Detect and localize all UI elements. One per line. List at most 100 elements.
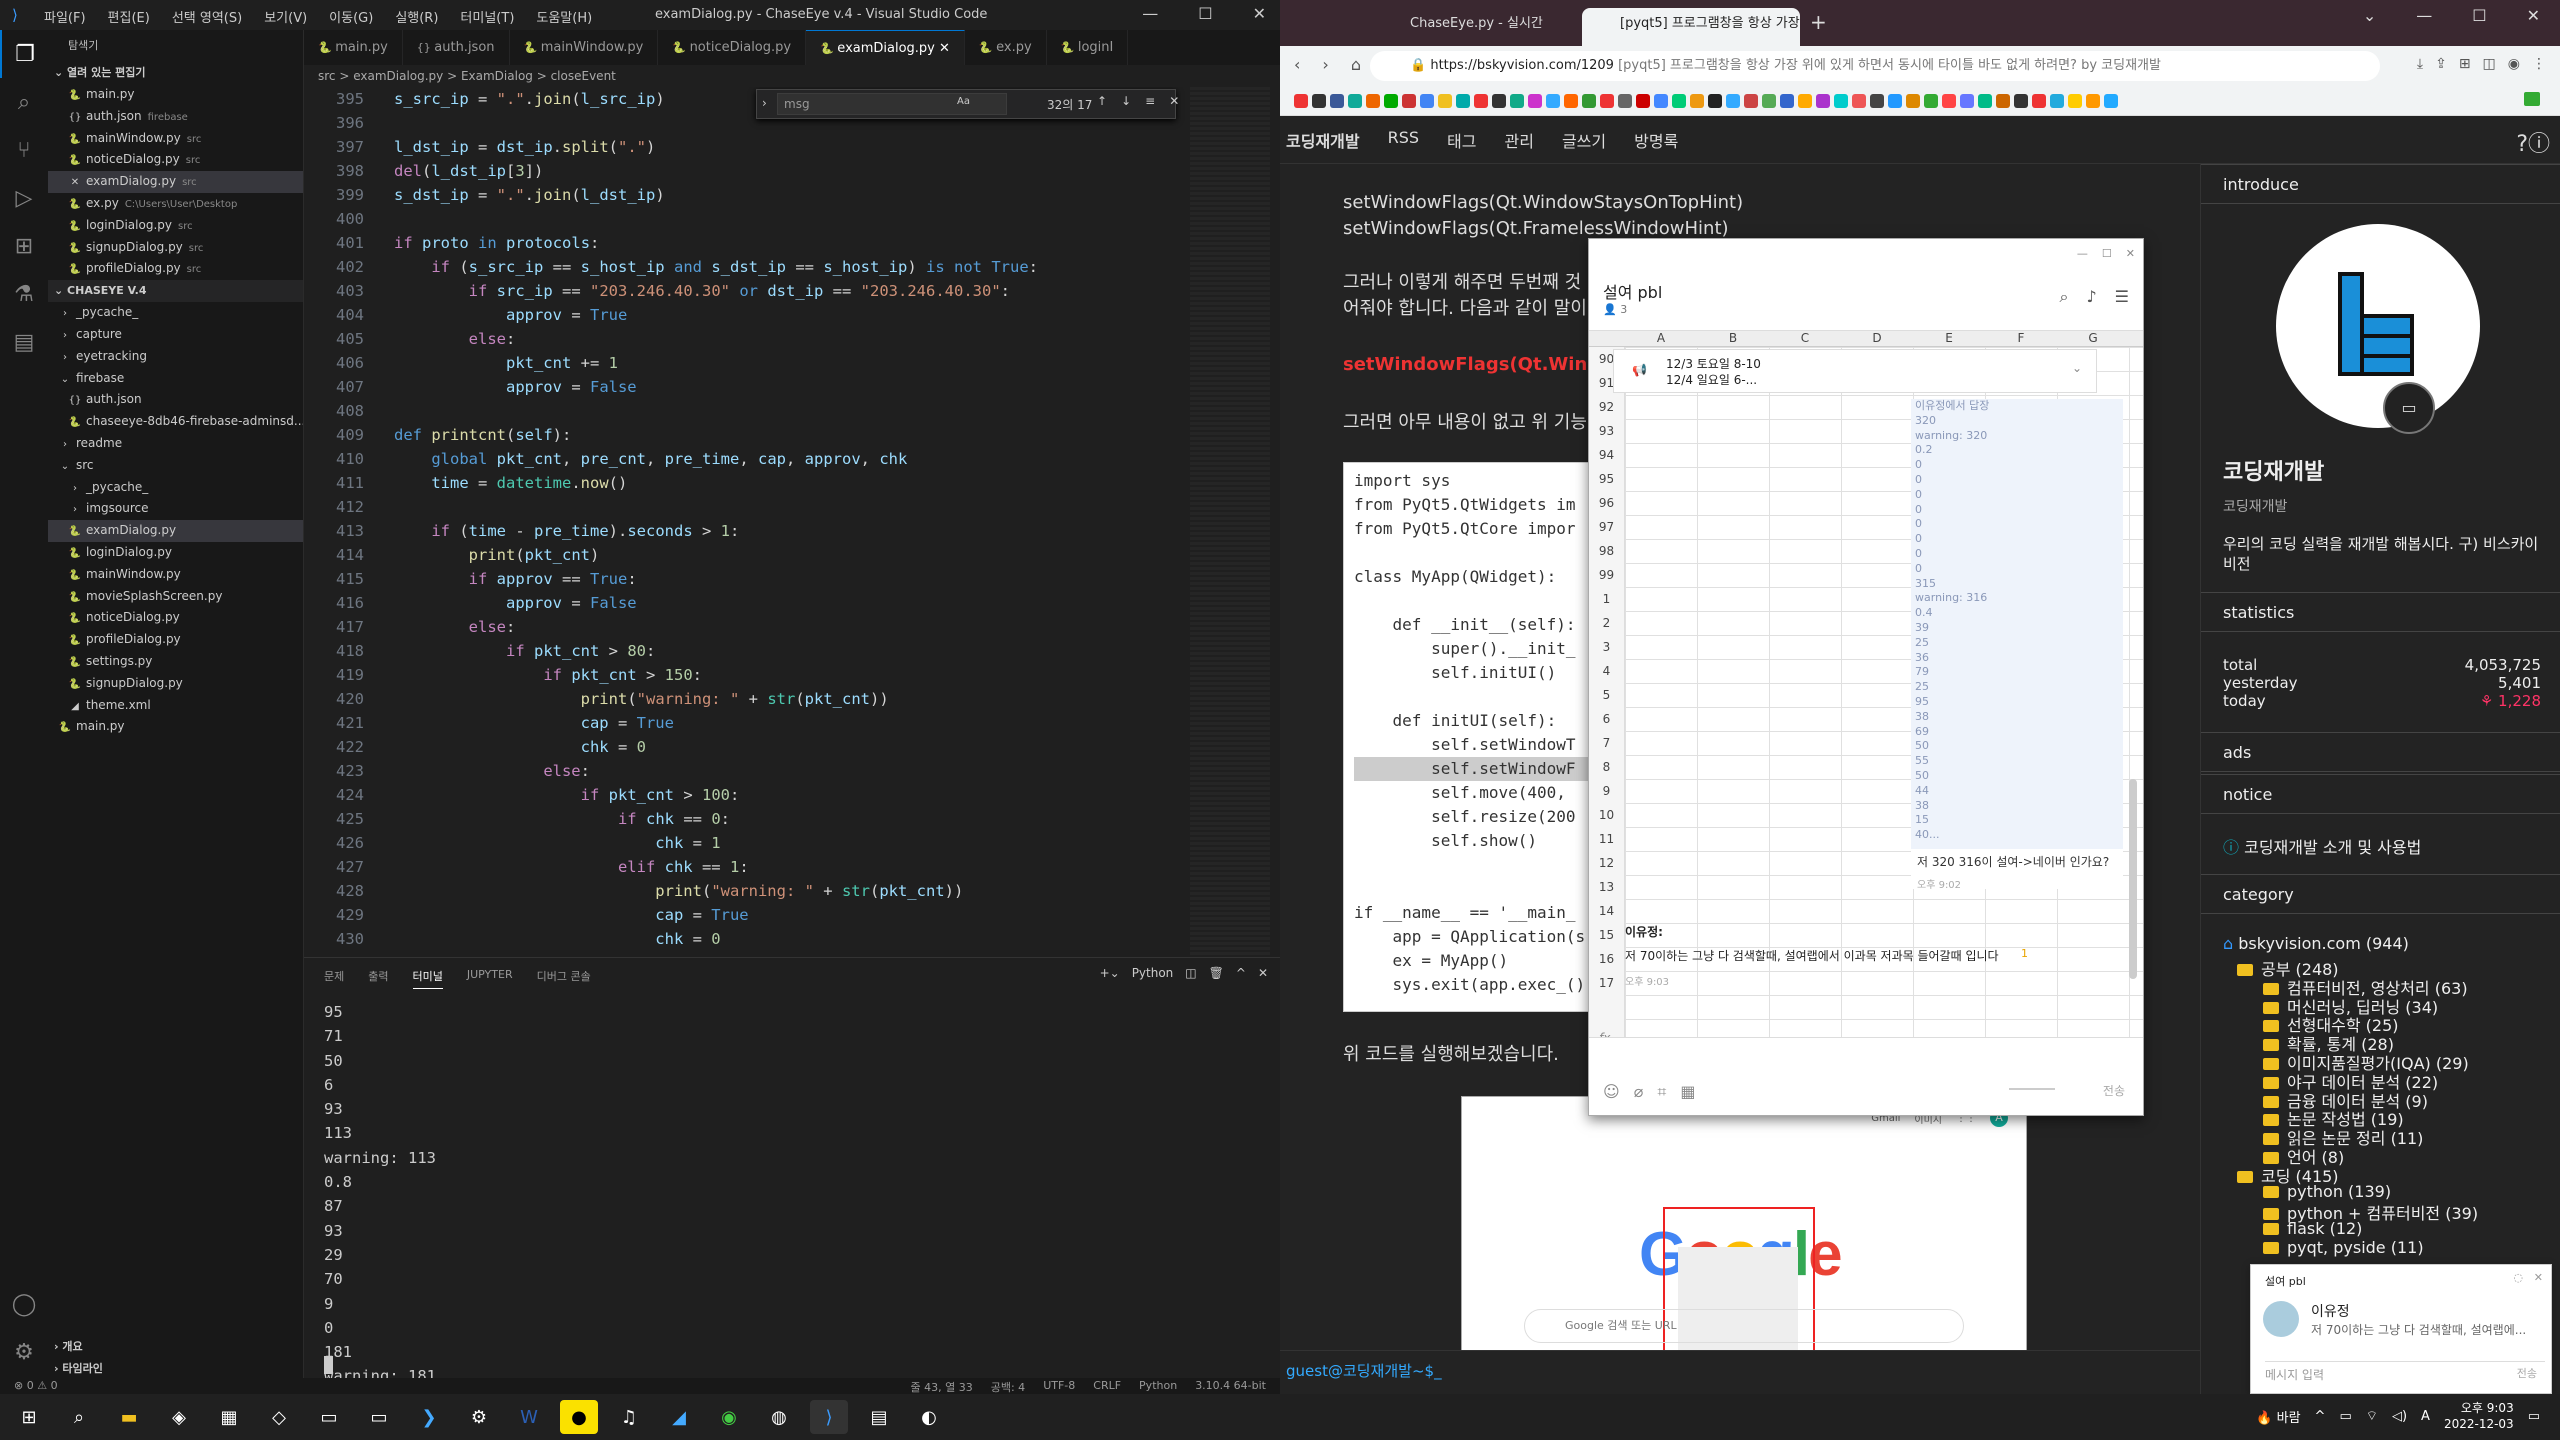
row-header[interactable]: 8 [1589, 755, 1624, 779]
trash-icon[interactable]: 🗑 [1209, 966, 1224, 980]
sidepanel-icon[interactable]: ◫ [2483, 56, 2496, 72]
terminal-output[interactable]: 95 71 50 6 93 113 warning: 113 0.8 87 93 29 70 9 0 181… [324, 1000, 436, 1389]
maximize-icon[interactable]: ☐ [1198, 4, 1212, 23]
menu-item[interactable]: 편집(E) [108, 7, 150, 26]
row-header[interactable]: 7 [1589, 731, 1624, 755]
bookmark-icon[interactable] [2104, 94, 2118, 108]
row-header[interactable]: 4 [1589, 659, 1624, 683]
network-icon[interactable]: ▭ [2339, 1409, 2351, 1424]
timeline-header[interactable]: › 타임라인 [48, 1358, 103, 1380]
row-header[interactable]: 3 [1589, 635, 1624, 659]
clock[interactable]: 오후 9:03 2022-12-03 [2444, 1400, 2514, 1432]
panel-tab[interactable]: 터미널 [412, 968, 443, 989]
bookmark-icon[interactable] [1366, 94, 1380, 108]
match-case-icon[interactable]: Aa [957, 96, 970, 107]
bookmark-icon[interactable] [2050, 94, 2064, 108]
itunes-icon[interactable]: ♫ [610, 1400, 648, 1434]
column-header[interactable]: B [1697, 331, 1769, 345]
open-editor-item[interactable]: 🐍 main.py [48, 84, 303, 106]
bookmark-icon[interactable] [2086, 94, 2100, 108]
attach-icon[interactable]: ⌀ [1634, 1082, 1644, 1102]
bookmark-folder-icon[interactable] [2524, 92, 2540, 106]
app-icon[interactable]: ◇ [260, 1400, 298, 1434]
bookmark-icon[interactable] [1690, 94, 1704, 108]
bookmark-icon[interactable] [1672, 94, 1686, 108]
column-header[interactable]: A [1625, 331, 1697, 345]
profile-icon[interactable]: ◉ [2508, 56, 2520, 72]
send-button[interactable]: 전송 [2517, 1365, 2537, 1381]
row-header[interactable]: 10 [1589, 803, 1624, 827]
row-header[interactable]: 96 [1589, 491, 1624, 515]
bookmark-icon[interactable] [1852, 94, 1866, 108]
row-header[interactable]: 13 [1589, 875, 1624, 899]
menu-item[interactable]: 파일(F) [44, 7, 86, 26]
category-item[interactable]: python (139) [2263, 1182, 2391, 1201]
open-editor-item[interactable]: ✕ examDialog.py src [48, 171, 303, 193]
bookmark-icon[interactable] [1492, 94, 1506, 108]
send-button[interactable]: 전송 [2103, 1082, 2125, 1099]
row-header[interactable]: 12 [1589, 851, 1624, 875]
bookmark-icon[interactable] [1438, 94, 1452, 108]
app-icon[interactable]: ◍ [760, 1400, 798, 1434]
calculator-icon[interactable]: ▦ [210, 1400, 248, 1434]
close-icon[interactable]: ✕ [2527, 6, 2540, 25]
account-icon[interactable]: ◯ [0, 1280, 48, 1328]
bookmark-icon[interactable] [1636, 94, 1650, 108]
source-control-icon[interactable]: ⑂ [0, 126, 48, 174]
minimize-icon[interactable]: — [2416, 6, 2432, 25]
open-editors-header[interactable]: ⌄ 열려 있는 편집기 [48, 62, 303, 84]
minimap[interactable] [1190, 87, 1270, 957]
bookmark-icon[interactable] [1798, 94, 1812, 108]
bookmark-icon[interactable] [1420, 94, 1434, 108]
bookmark-icon[interactable] [2014, 94, 2028, 108]
vscode-icon[interactable]: ⟩ [810, 1400, 848, 1434]
bookmark-icon[interactable] [1618, 94, 1632, 108]
row-header[interactable]: 2 [1589, 611, 1624, 635]
file-item[interactable]: 🐍 signupDialog.py [48, 673, 303, 695]
close-icon[interactable]: ✕ [1169, 94, 1179, 108]
bookmark-icon[interactable] [2032, 94, 2046, 108]
bookmark-icon[interactable] [2068, 94, 2082, 108]
maximize-icon[interactable]: ☐ [2102, 247, 2112, 260]
category-item[interactable]: pyqt, pyside (11) [2263, 1238, 2424, 1257]
home-icon[interactable]: ⌂ [1351, 55, 1361, 74]
settings-gear-icon[interactable]: ⚙ [460, 1400, 498, 1434]
file-item[interactable]: 🐍 movieSplashScreen.py [48, 586, 303, 608]
status-item[interactable]: CRLF [1093, 1379, 1121, 1395]
code-content[interactable]: s_src_ip = ".".join(l_src_ip) l_dst_ip =… [394, 87, 1194, 951]
bookmark-icon[interactable] [1888, 94, 1902, 108]
panel-tab[interactable]: 출력 [368, 968, 388, 989]
row-header[interactable]: 5 [1589, 683, 1624, 707]
menu-item[interactable]: 도움말(H) [536, 7, 592, 26]
blog-nav-item[interactable]: RSS [1388, 128, 1419, 152]
opacity-slider[interactable] [2009, 1088, 2055, 1090]
split-icon[interactable]: ◫ [1185, 966, 1196, 980]
folder-item[interactable]: ⌄ src [48, 455, 303, 477]
search-icon[interactable]: ⌕ [60, 1400, 98, 1434]
explorer-icon[interactable]: ❐ [0, 30, 48, 78]
bookmark-icon[interactable] [1834, 94, 1848, 108]
menu-item[interactable]: 이동(G) [329, 7, 373, 26]
share-icon[interactable]: ⇪ [2435, 56, 2447, 72]
bookmark-icon[interactable] [1870, 94, 1884, 108]
pin-icon[interactable]: ◌ [2513, 1271, 2523, 1284]
bookmark-icon[interactable] [1474, 94, 1488, 108]
file-item[interactable]: 🐍 profileDialog.py [48, 629, 303, 651]
app-icon[interactable]: ◢ [660, 1400, 698, 1434]
selection-icon[interactable]: ≡ [1145, 94, 1155, 108]
folder-item[interactable]: › capture [48, 324, 303, 346]
bookmark-icon[interactable] [1924, 94, 1938, 108]
bookmark-icon[interactable] [1996, 94, 2010, 108]
help-icon[interactable]: ?ⓘ [2516, 126, 2550, 158]
close-icon[interactable]: ✕ [935, 41, 950, 56]
menu-icon[interactable]: ⋮ [2532, 56, 2546, 72]
notepad-icon[interactable]: ▤ [860, 1400, 898, 1434]
scrollbar[interactable] [2129, 779, 2137, 979]
row-header[interactable]: 97 [1589, 515, 1624, 539]
close-icon[interactable]: ✕ [1258, 966, 1268, 980]
column-header[interactable]: C [1769, 331, 1841, 345]
tab-main-py[interactable]: 🐍 main.py [304, 30, 403, 65]
status-item[interactable]: 줄 43, 열 33 [911, 1379, 973, 1395]
bookmark-icon[interactable] [1762, 94, 1776, 108]
column-header[interactable]: D [1841, 331, 1913, 345]
